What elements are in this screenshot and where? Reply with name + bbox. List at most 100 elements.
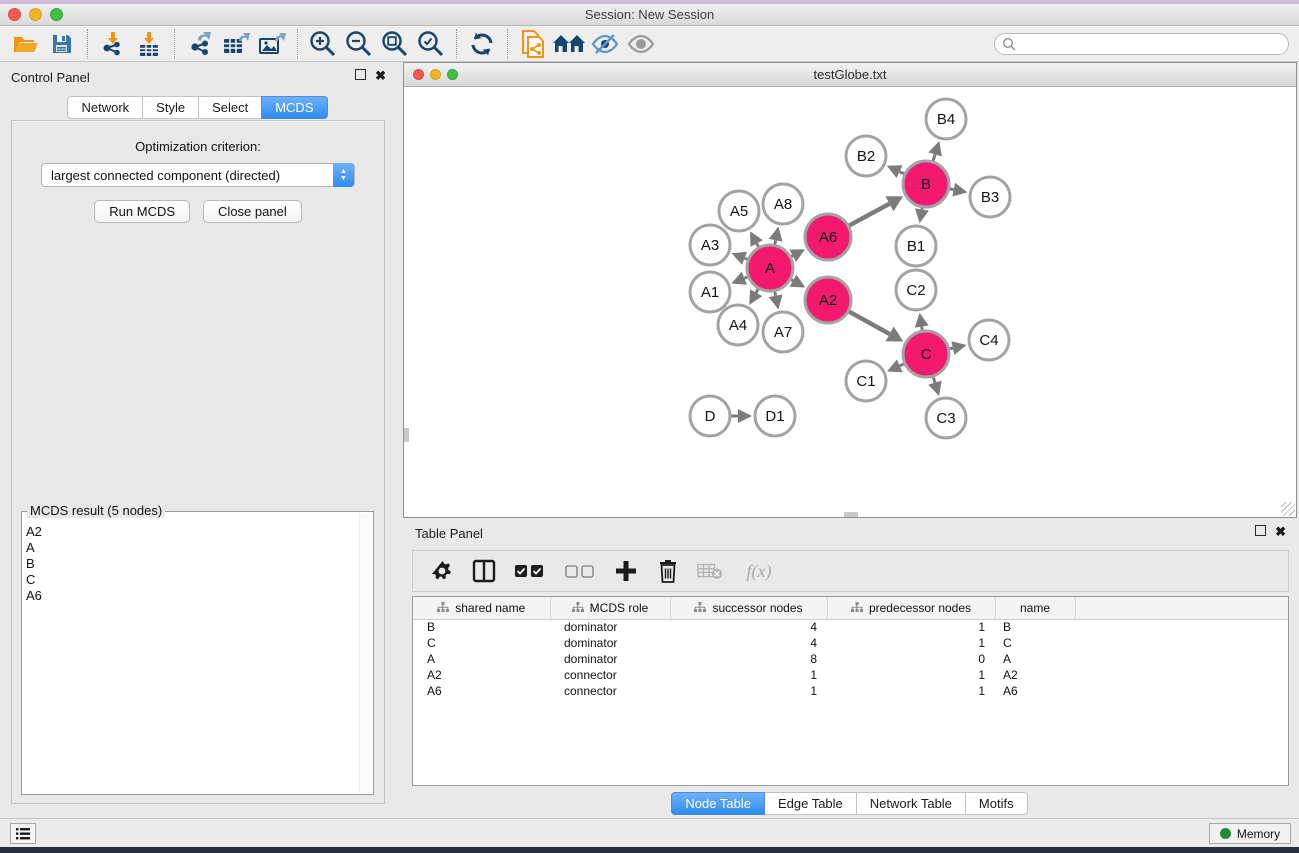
graph-edge-C-C1[interactable] <box>900 364 904 366</box>
task-history-button[interactable] <box>10 823 36 844</box>
table-cell[interactable]: 1 <box>670 683 827 699</box>
graph-edge-A6-B[interactable] <box>849 204 889 226</box>
table-cell[interactable]: 0 <box>827 651 995 667</box>
result-scrollbar[interactable] <box>359 513 372 793</box>
table-cell[interactable]: A <box>413 651 550 667</box>
criterion-select[interactable]: largest connected component (directed) ▲… <box>41 163 355 187</box>
tab-network-table[interactable]: Network Table <box>856 792 966 815</box>
show-details-icon[interactable] <box>623 28 659 60</box>
table-cell[interactable]: 1 <box>827 619 995 635</box>
result-item[interactable]: A6 <box>26 588 359 604</box>
column-header-predecessor-nodes[interactable]: predecessor nodes <box>827 597 995 619</box>
graph-edge-A-A8[interactable] <box>775 240 776 244</box>
zoom-in-icon[interactable] <box>305 28 341 60</box>
session-details-icon[interactable] <box>515 28 551 60</box>
table-row[interactable]: Adominator80A <box>413 651 1288 667</box>
memory-button[interactable]: Memory <box>1209 823 1291 844</box>
result-item[interactable]: A <box>26 540 359 556</box>
mcds-result-list[interactable]: A2ABCA6 <box>22 516 359 793</box>
table-cell[interactable]: 4 <box>670 619 827 635</box>
tab-edge-table[interactable]: Edge Table <box>764 792 857 815</box>
graph-edge-A-A4[interactable] <box>756 289 758 293</box>
table-row[interactable]: Bdominator41B <box>413 619 1288 635</box>
close-panel-button[interactable]: Close panel <box>203 200 302 223</box>
table-cell[interactable]: dominator <box>550 635 670 651</box>
network-zoom-button[interactable] <box>447 69 458 80</box>
graph-edge-B-B2[interactable] <box>900 172 905 174</box>
column-header-shared-name[interactable]: shared name <box>413 597 550 619</box>
delete-icon[interactable] <box>655 558 681 584</box>
minimize-window-button[interactable] <box>29 8 42 21</box>
result-item[interactable]: C <box>26 572 359 588</box>
network-minimize-button[interactable] <box>430 69 441 80</box>
table-cell[interactable]: A6 <box>413 683 550 699</box>
select-all-icon[interactable] <box>513 558 547 584</box>
table-cell[interactable]: B <box>413 619 550 635</box>
table-cell[interactable]: 8 <box>670 651 827 667</box>
result-item[interactable]: B <box>26 556 359 572</box>
zoom-selected-icon[interactable] <box>413 28 449 60</box>
network-close-button[interactable] <box>413 69 424 80</box>
table-close-panel-icon[interactable]: ✖ <box>1275 525 1286 538</box>
tab-select[interactable]: Select <box>198 96 262 119</box>
table-cell[interactable]: 1 <box>827 635 995 651</box>
network-canvas[interactable]: B4B2BB3A5A8A6A3B1AC2A1A2A4A7C4CC1C3DD1 <box>404 87 1296 517</box>
table-cell[interactable]: connector <box>550 667 670 683</box>
tab-network[interactable]: Network <box>67 96 143 119</box>
graph-edge-C-C3[interactable] <box>933 377 935 383</box>
run-mcds-button[interactable]: Run MCDS <box>94 200 190 223</box>
graph-edge-A-A5[interactable] <box>757 244 759 247</box>
resize-grip-icon[interactable] <box>1281 502 1295 516</box>
export-network-icon[interactable] <box>182 28 218 60</box>
graph-edge-C-C4[interactable] <box>949 348 952 349</box>
tab-node-table[interactable]: Node Table <box>671 792 765 815</box>
table-cell[interactable]: A2 <box>995 667 1075 683</box>
table-cell[interactable]: dominator <box>550 619 670 635</box>
table-cell[interactable]: C <box>995 635 1075 651</box>
table-cell[interactable]: C <box>413 635 550 651</box>
table-cell[interactable]: 1 <box>827 683 995 699</box>
table-cell[interactable]: A6 <box>995 683 1075 699</box>
function-builder-icon[interactable]: f(x) <box>739 558 779 584</box>
search-input[interactable] <box>1017 35 1288 53</box>
tab-style[interactable]: Style <box>142 96 199 119</box>
search-field[interactable] <box>994 33 1289 55</box>
hide-details-icon[interactable] <box>587 28 623 60</box>
table-row[interactable]: A6connector11A6 <box>413 683 1288 699</box>
graph-edge-A2-C[interactable] <box>849 312 890 334</box>
graph-edge-C-C2[interactable] <box>922 327 923 331</box>
table-row[interactable]: A2connector11A2 <box>413 667 1288 683</box>
home-icon[interactable] <box>551 28 587 60</box>
import-table-icon[interactable] <box>131 28 167 60</box>
table-float-panel-icon[interactable] <box>1255 525 1266 536</box>
export-image-icon[interactable] <box>254 28 290 60</box>
float-panel-icon[interactable] <box>355 69 366 80</box>
open-session-icon[interactable] <box>8 28 44 60</box>
delete-table-icon[interactable] <box>697 558 723 584</box>
table-cell[interactable]: A2 <box>413 667 550 683</box>
tab-motifs[interactable]: Motifs <box>965 792 1028 815</box>
settings-gear-icon[interactable] <box>429 558 455 584</box>
show-columns-icon[interactable] <box>471 558 497 584</box>
column-header-MCDS-role[interactable]: MCDS role <box>550 597 670 619</box>
table-cell[interactable]: B <box>995 619 1075 635</box>
import-network-icon[interactable] <box>95 28 131 60</box>
zoom-out-icon[interactable] <box>341 28 377 60</box>
graph-edge-A-A1[interactable] <box>744 277 747 278</box>
table-cell[interactable]: connector <box>550 683 670 699</box>
table-cell[interactable]: 1 <box>670 667 827 683</box>
zoom-window-button[interactable] <box>50 8 63 21</box>
export-table-icon[interactable] <box>218 28 254 60</box>
table-cell[interactable]: A <box>995 651 1075 667</box>
table-cell[interactable]: dominator <box>550 651 670 667</box>
table-cell[interactable]: 1 <box>827 667 995 683</box>
tab-mcds[interactable]: MCDS <box>261 96 327 119</box>
column-header-successor-nodes[interactable]: successor nodes <box>670 597 827 619</box>
table-row[interactable]: Cdominator41C <box>413 635 1288 651</box>
graph-edge-B-B4[interactable] <box>933 154 935 161</box>
deselect-all-icon[interactable] <box>563 558 597 584</box>
add-icon[interactable] <box>613 558 639 584</box>
node-table[interactable]: shared nameMCDS rolesuccessor nodesprede… <box>412 596 1289 786</box>
refresh-icon[interactable] <box>464 28 500 60</box>
graph-edge-B-B3[interactable] <box>950 189 954 190</box>
